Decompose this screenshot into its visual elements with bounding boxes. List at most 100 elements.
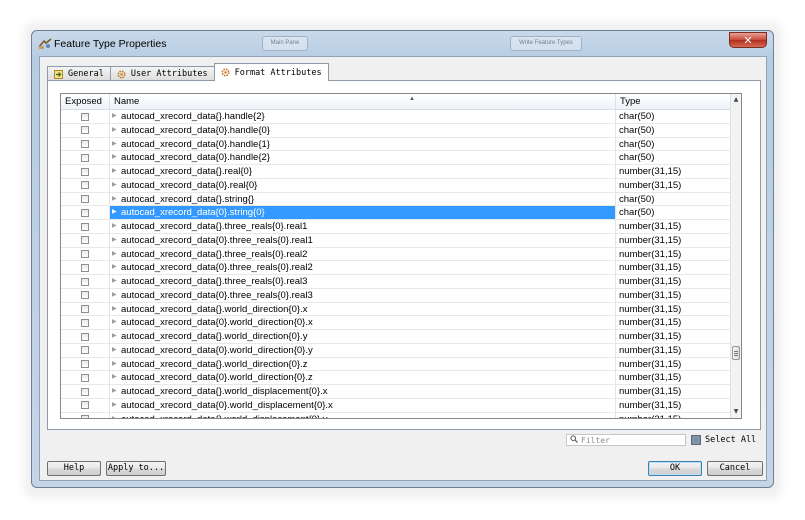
expand-arrow-icon[interactable]: ▶: [112, 399, 119, 412]
type-cell[interactable]: number(31,15): [616, 275, 733, 288]
column-header-name[interactable]: Name ▲: [110, 94, 616, 110]
table-row[interactable]: ▶ autocad_xrecord_data{}.string{} char(50): [61, 192, 733, 207]
exposed-checkbox[interactable]: [81, 112, 89, 121]
expand-arrow-icon[interactable]: ▶: [112, 344, 119, 357]
name-cell[interactable]: ▶ autocad_xrecord_data{}.world_direction{…: [110, 357, 616, 371]
type-cell[interactable]: number(31,15): [616, 288, 733, 302]
table-row[interactable]: ▶ autocad_xrecord_data{}.world_displaceme…: [61, 385, 733, 399]
exposed-checkbox[interactable]: [81, 346, 89, 355]
name-cell[interactable]: ▶ autocad_xrecord_data{0}.world_direction…: [110, 371, 616, 385]
table-row[interactable]: ▶ autocad_xrecord_data{0}.three_reals{0}.…: [61, 288, 733, 303]
table-row[interactable]: ▶ autocad_xrecord_data{0}.world_displacem…: [61, 398, 733, 413]
expand-arrow-icon[interactable]: ▶: [112, 138, 119, 151]
vertical-scrollbar[interactable]: ▲ ▼: [730, 94, 741, 418]
table-row[interactable]: ▶ autocad_xrecord_data{0}.string{0} char(5…: [61, 206, 733, 220]
expand-arrow-icon[interactable]: ▶: [112, 303, 119, 316]
expand-arrow-icon[interactable]: ▶: [112, 385, 119, 398]
select-all-checkbox[interactable]: Select All: [691, 435, 756, 445]
exposed-checkbox[interactable]: [81, 277, 89, 286]
exposed-checkbox[interactable]: [81, 140, 89, 148]
tab-user-attributes[interactable]: User Attributes: [109, 66, 215, 81]
scroll-down-icon[interactable]: ▼: [731, 406, 741, 418]
expand-arrow-icon[interactable]: ▶: [112, 371, 119, 384]
name-cell[interactable]: ▶ autocad_xrecord_data{}.world_displaceme…: [110, 412, 616, 418]
cancel-button[interactable]: Cancel: [707, 461, 763, 476]
exposed-checkbox[interactable]: [81, 195, 89, 203]
table-row[interactable]: ▶ autocad_xrecord_data{}.world_direction{…: [61, 330, 733, 344]
name-cell[interactable]: ▶ autocad_xrecord_data{0}.three_reals{0}.…: [110, 261, 616, 275]
type-cell[interactable]: char(50): [616, 151, 733, 165]
name-cell[interactable]: ▶ autocad_xrecord_data{0}.handle{1}: [110, 137, 616, 151]
name-cell[interactable]: ▶ autocad_xrecord_data{0}.real{0}: [110, 178, 616, 192]
expand-arrow-icon[interactable]: ▶: [112, 261, 119, 274]
expand-arrow-icon[interactable]: ▶: [112, 275, 119, 288]
name-cell[interactable]: ▶ autocad_xrecord_data{}.string{}: [110, 192, 616, 206]
tab-format-attributes[interactable]: Format Attributes: [213, 63, 329, 81]
table-row[interactable]: ▶ autocad_xrecord_data{}.real{0} number(31…: [61, 165, 733, 179]
type-cell[interactable]: number(31,15): [616, 261, 733, 275]
name-cell[interactable]: ▶ autocad_xrecord_data{}.three_reals{0}.r…: [110, 220, 616, 233]
type-cell[interactable]: char(50): [616, 137, 733, 151]
exposed-checkbox[interactable]: [81, 415, 89, 418]
expand-arrow-icon[interactable]: ▶: [112, 220, 119, 233]
type-cell[interactable]: number(31,15): [616, 371, 733, 385]
exposed-checkbox[interactable]: [81, 360, 89, 368]
type-cell[interactable]: number(31,15): [616, 343, 733, 357]
name-cell[interactable]: ▶ autocad_xrecord_data{}.handle{2}: [110, 110, 616, 123]
column-header-exposed[interactable]: Exposed: [61, 94, 110, 110]
expand-arrow-icon[interactable]: ▶: [112, 289, 119, 302]
name-cell[interactable]: ▶ autocad_xrecord_data{}.world_direction{…: [110, 330, 616, 343]
name-cell[interactable]: ▶ autocad_xrecord_data{0}.world_displacem…: [110, 398, 616, 412]
exposed-checkbox[interactable]: [81, 387, 89, 396]
expand-arrow-icon[interactable]: ▶: [112, 358, 119, 371]
type-cell[interactable]: number(31,15): [616, 316, 733, 330]
table-row[interactable]: ▶ autocad_xrecord_data{}.three_reals{0}.r…: [61, 247, 733, 262]
table-row[interactable]: ▶ autocad_xrecord_data{0}.handle{1} char(5…: [61, 137, 733, 152]
expand-arrow-icon[interactable]: ▶: [112, 234, 119, 247]
exposed-checkbox[interactable]: [81, 222, 89, 231]
select-all-box[interactable]: [691, 435, 701, 445]
table-row[interactable]: ▶ autocad_xrecord_data{}.world_direction{…: [61, 302, 733, 317]
table-row[interactable]: ▶ autocad_xrecord_data{}.three_reals{0}.r…: [61, 275, 733, 289]
type-cell[interactable]: number(31,15): [616, 412, 733, 418]
table-row[interactable]: ▶ autocad_xrecord_data{0}.handle{2} char(5…: [61, 151, 733, 165]
name-cell[interactable]: ▶ autocad_xrecord_data{0}.string{0}: [110, 206, 616, 220]
name-cell[interactable]: ▶ autocad_xrecord_data{0}.world_direction…: [110, 316, 616, 330]
type-cell[interactable]: number(31,15): [616, 165, 733, 178]
exposed-checkbox[interactable]: [81, 153, 89, 162]
table-row[interactable]: ▶ autocad_xrecord_data{}.three_reals{0}.r…: [61, 220, 733, 234]
table-row[interactable]: ▶ autocad_xrecord_data{0}.real{0} number(3…: [61, 178, 733, 193]
expand-arrow-icon[interactable]: ▶: [112, 330, 119, 343]
tab-general[interactable]: General: [47, 66, 111, 81]
type-cell[interactable]: number(31,15): [616, 357, 733, 371]
type-cell[interactable]: number(31,15): [616, 385, 733, 398]
filter-field[interactable]: [566, 434, 686, 446]
expand-arrow-icon[interactable]: ▶: [112, 165, 119, 178]
apply-to-button[interactable]: Apply to...: [106, 461, 166, 476]
expand-arrow-icon[interactable]: ▶: [112, 193, 119, 206]
type-cell[interactable]: number(31,15): [616, 233, 733, 247]
exposed-checkbox[interactable]: [81, 305, 89, 313]
type-cell[interactable]: number(31,15): [616, 398, 733, 412]
expand-arrow-icon[interactable]: ▶: [112, 124, 119, 137]
exposed-checkbox[interactable]: [81, 126, 89, 135]
help-button[interactable]: Help: [47, 461, 101, 476]
exposed-checkbox[interactable]: [81, 373, 89, 382]
exposed-checkbox[interactable]: [81, 167, 89, 176]
table-row[interactable]: ▶ autocad_xrecord_data{0}.world_direction…: [61, 371, 733, 385]
table-row[interactable]: ▶ autocad_xrecord_data{0}.world_direction…: [61, 343, 733, 358]
name-cell[interactable]: ▶ autocad_xrecord_data{0}.three_reals{0}.…: [110, 288, 616, 302]
exposed-checkbox[interactable]: [81, 318, 89, 327]
type-cell[interactable]: char(50): [616, 192, 733, 206]
exposed-checkbox[interactable]: [81, 181, 89, 190]
name-cell[interactable]: ▶ autocad_xrecord_data{}.world_displaceme…: [110, 385, 616, 398]
name-cell[interactable]: ▶ autocad_xrecord_data{0}.handle{2}: [110, 151, 616, 165]
exposed-checkbox[interactable]: [81, 236, 89, 245]
type-cell[interactable]: char(50): [616, 123, 733, 137]
expand-arrow-icon[interactable]: ▶: [112, 316, 119, 329]
expand-arrow-icon[interactable]: ▶: [112, 151, 119, 164]
name-cell[interactable]: ▶ autocad_xrecord_data{}.world_direction{…: [110, 302, 616, 316]
close-button[interactable]: ✕: [729, 32, 767, 48]
exposed-checkbox[interactable]: [81, 401, 89, 410]
expand-arrow-icon[interactable]: ▶: [112, 179, 119, 192]
